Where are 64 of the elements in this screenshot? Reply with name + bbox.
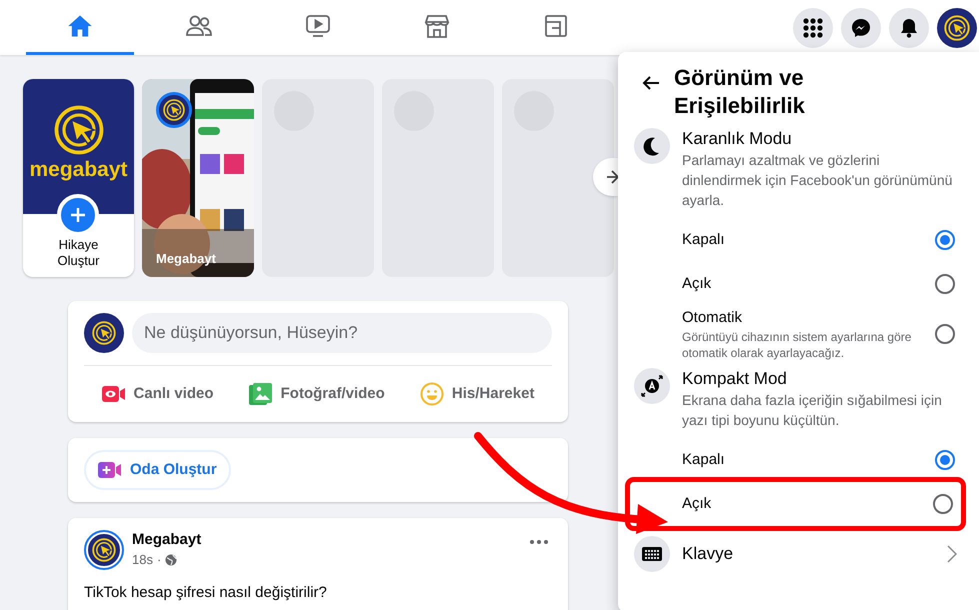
option-label: Açık: [682, 494, 712, 514]
logo-text: megabayt: [29, 159, 128, 180]
smiley-icon: [420, 382, 444, 406]
ellipsis-icon: [530, 540, 548, 544]
option-row[interactable]: Kapalı: [634, 438, 963, 482]
radio-button[interactable]: [935, 274, 955, 294]
arrow-right-icon: [606, 170, 618, 184]
grid-menu-icon: [803, 18, 823, 38]
composer-action[interactable]: Fotoğraf/video: [240, 374, 393, 414]
logo-icon: [92, 538, 116, 562]
post-input[interactable]: Ne düşünüyorsun, Hüseyin?: [132, 313, 552, 353]
square-icon: [542, 12, 570, 40]
post-text: TikTok hesap şifresi nasıl değiştirilir?: [84, 583, 328, 603]
logo-icon: [944, 14, 970, 40]
radio-button[interactable]: [935, 230, 955, 250]
messenger-icon: [851, 18, 871, 38]
menu-button[interactable]: [793, 8, 833, 48]
logo-icon: [92, 321, 116, 345]
composer-action[interactable]: Canlı video: [94, 374, 222, 414]
highlighted-option[interactable]: Açık: [630, 482, 961, 526]
story-card[interactable]: Megabayt: [142, 79, 254, 277]
radio-button[interactable]: [933, 494, 953, 514]
logo-icon: [54, 105, 104, 155]
option-label: Kapalı: [682, 230, 726, 250]
radio-button[interactable]: [935, 450, 955, 470]
globe-icon: [165, 554, 178, 566]
more-options-button[interactable]: [530, 540, 548, 544]
option-row[interactable]: Kapalı: [634, 218, 963, 262]
video-plus-icon: [98, 461, 122, 479]
section-title: Karanlık Modu: [682, 128, 793, 150]
video-icon: [304, 12, 332, 40]
section-description: Parlamayı azaltmak ve gözlerini dinlendirmek için Facebook'un görünümünü ayarla.: [682, 151, 954, 210]
create-room-button[interactable]: Oda Oluştur: [84, 450, 231, 490]
option-label: Otomatik: [682, 308, 744, 328]
bell-icon: [900, 18, 918, 38]
create-story-card[interactable]: megabayt Hikaye Oluştur: [23, 79, 134, 277]
story-author: Megabayt: [156, 250, 216, 268]
create-story-label: Hikaye Oluştur: [56, 237, 100, 269]
section-description: Ekrana daha fazla içeriğin sığabilmesi için yazı tipi boyunu küçültün.: [682, 391, 943, 430]
photo-icon: [248, 382, 273, 406]
composer-action[interactable]: His/Hareket: [412, 374, 542, 414]
logo-icon: [163, 99, 185, 121]
notifications-button[interactable]: [889, 8, 929, 48]
video-camera-icon: [102, 384, 126, 404]
keyboard-setting[interactable]: Klavye: [634, 532, 963, 576]
chevron-right-icon: [947, 545, 957, 563]
store-icon: [423, 12, 451, 40]
profile-button[interactable]: [937, 8, 977, 48]
messenger-button[interactable]: [841, 8, 881, 48]
back-arrow-icon: [642, 76, 660, 90]
radio-button[interactable]: [935, 324, 955, 344]
section-title: Kompakt Mod: [682, 368, 788, 390]
option-row[interactable]: Açık: [634, 262, 963, 306]
separator-dot: ·: [156, 551, 162, 569]
post-time[interactable]: 18s: [132, 550, 153, 570]
back-button[interactable]: [642, 76, 660, 90]
resize-letter-icon: [641, 375, 663, 397]
option-label: Açık: [682, 274, 712, 294]
post-author[interactable]: Megabayt: [132, 530, 202, 550]
option-label: Kapalı: [682, 450, 726, 470]
panel-title: Görünüm ve Erişilebilirlik: [674, 64, 806, 120]
keyboard-icon: [642, 547, 662, 561]
option-hint: Görüntüyü cihazının sistem ayarlarına göre otomatik olarak ayarlayacağız.: [682, 329, 912, 362]
option-row[interactable]: Otomatik Görüntüyü cihazının sistem ayarlarına göre otomatik olarak ayarlayacağız.: [634, 306, 963, 362]
